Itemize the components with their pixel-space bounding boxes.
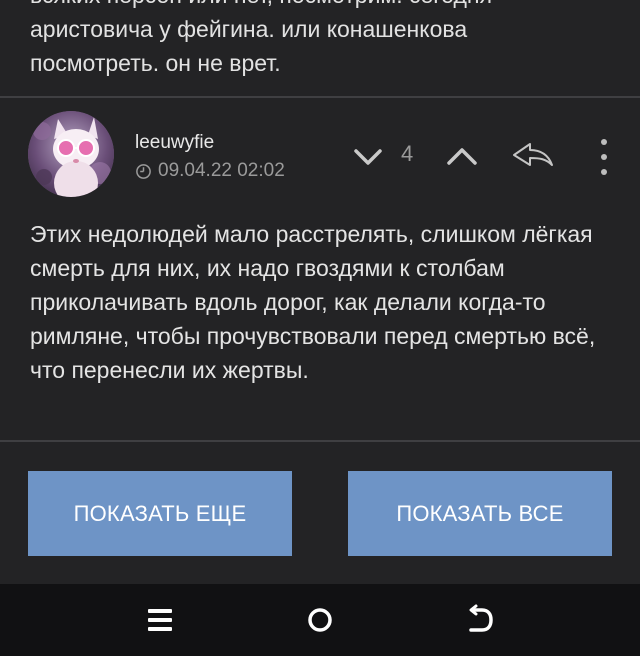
- downvote-button[interactable]: [351, 143, 385, 171]
- home-circle-icon: [308, 608, 332, 632]
- vertical-dots-icon: [601, 169, 607, 175]
- clock-icon: [136, 163, 151, 179]
- reply-arrow-icon: [513, 143, 553, 166]
- vertical-dots-icon: [601, 139, 607, 145]
- upvote-button[interactable]: [444, 142, 480, 170]
- android-navbar: [0, 584, 640, 656]
- menu-lines-icon: [148, 609, 172, 631]
- comment-meta: 09.04.22 02:02: [135, 160, 285, 182]
- previous-comment-text: всяких персон или нет, посмотрим. сегодн…: [30, 0, 620, 80]
- chevron-up-icon: [447, 148, 477, 165]
- recent-apps-button[interactable]: [140, 604, 180, 636]
- previous-comment: всяких персон или нет, посмотрим. сегодн…: [0, 0, 640, 97]
- vote-count: 4: [401, 141, 414, 166]
- previous-comment-line: посмотреть. он не врет.: [30, 50, 281, 76]
- avatar[interactable]: [28, 111, 114, 197]
- avatar-cat-image: [28, 111, 114, 197]
- reply-button[interactable]: [508, 139, 558, 171]
- back-arrow-icon: [469, 604, 493, 632]
- divider: [0, 440, 640, 442]
- previous-comment-line: аристовича у фейгина. или конашенкова: [30, 16, 468, 42]
- vertical-dots-icon: [601, 154, 607, 160]
- more-options-button[interactable]: [592, 139, 616, 175]
- comment: leeuwyfie 09.04.22 02:02 4 Этих недолюде…: [0, 99, 640, 439]
- chevron-down-icon: [354, 149, 382, 165]
- show-more-button[interactable]: ПОКАЗАТЬ ЕЩЕ: [28, 471, 292, 556]
- divider: [0, 96, 640, 98]
- comment-text: Этих недолюдей мало расстрелять, слишком…: [30, 221, 596, 383]
- show-all-button[interactable]: ПОКАЗАТЬ ВСЕ: [348, 471, 612, 556]
- page: всяких персон или нет, посмотрим. сегодн…: [0, 0, 640, 656]
- timestamp: 09.04.22 02:02: [158, 160, 285, 181]
- home-button[interactable]: [300, 604, 340, 636]
- previous-comment-line: всяких персон или нет, посмотрим. сегодн…: [30, 0, 620, 12]
- back-button[interactable]: [460, 604, 500, 636]
- username[interactable]: leeuwyfie: [135, 132, 214, 154]
